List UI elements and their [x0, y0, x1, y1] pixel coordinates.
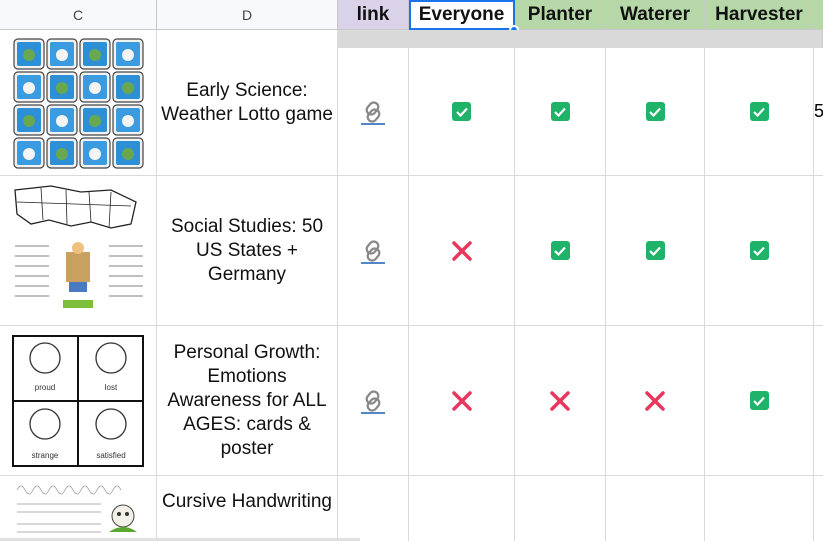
planter-status-cell[interactable]: [515, 326, 606, 476]
description-cell[interactable]: Cursive Handwriting: [157, 476, 338, 541]
everyone-status-cell[interactable]: [409, 176, 515, 326]
face-label: strange: [32, 451, 59, 460]
link-icon[interactable]: [360, 99, 386, 125]
link-cell[interactable]: [338, 326, 409, 476]
checkbox-checked-icon[interactable]: [749, 391, 769, 410]
link-cell[interactable]: [338, 48, 409, 176]
face-label: satisfied: [96, 451, 125, 460]
checkbox-checked-icon[interactable]: [550, 102, 570, 121]
thumbnail-cell[interactable]: [0, 176, 157, 326]
overflow-cell[interactable]: [814, 326, 823, 476]
header-everyone[interactable]: Everyone: [409, 0, 515, 30]
everyone-status-cell[interactable]: [409, 476, 515, 541]
face-label: lost: [105, 383, 118, 392]
checkbox-checked-icon[interactable]: [645, 241, 665, 260]
table-row: Early Science: Weather Lotto game 5: [0, 30, 823, 176]
harvester-status-cell[interactable]: [705, 48, 814, 176]
description-text: Cursive Handwriting: [161, 491, 332, 512]
overflow-cell[interactable]: [814, 176, 823, 326]
header-link[interactable]: link: [338, 0, 409, 30]
link-icon[interactable]: [360, 238, 386, 264]
description-text: Social Studies: 50 US States + Germany: [170, 215, 324, 285]
thumbnail-cell[interactable]: [0, 30, 157, 176]
harvester-status-cell[interactable]: [705, 326, 814, 476]
header-overflow[interactable]: [814, 0, 823, 30]
checkbox-checked-icon[interactable]: [749, 102, 769, 121]
cursive-worksheet-image: [16, 485, 137, 533]
link-icon[interactable]: [360, 388, 386, 414]
description-text: Personal Growth: Emotions Awareness for …: [167, 341, 327, 459]
link-cell[interactable]: [338, 176, 409, 326]
table-row: proud lost strange satisfied Personal Gr…: [0, 326, 823, 476]
everyone-status-cell[interactable]: [409, 326, 515, 476]
planter-status-cell[interactable]: [515, 476, 606, 541]
header-waterer[interactable]: Waterer: [606, 0, 705, 30]
cross-icon: [645, 390, 665, 411]
planter-status-cell[interactable]: [515, 48, 606, 176]
column-header-c[interactable]: C: [0, 0, 157, 30]
weather-lotto-image: [13, 37, 144, 169]
checkbox-checked-icon[interactable]: [645, 102, 665, 121]
harvester-status-cell[interactable]: [705, 176, 814, 326]
header-planter[interactable]: Planter: [515, 0, 606, 30]
header-harvester[interactable]: Harvester: [705, 0, 814, 30]
table-row: Social Studies: 50 US States + Germany: [0, 176, 823, 326]
description-text: Early Science: Weather Lotto game: [161, 79, 333, 125]
face-label: proud: [35, 383, 55, 392]
cross-icon: [451, 390, 472, 411]
thumbnail-cell[interactable]: [0, 476, 157, 541]
description-cell[interactable]: Early Science: Weather Lotto game: [157, 30, 338, 176]
table-row: Cursive Handwriting: [0, 476, 823, 541]
harvester-status-cell[interactable]: [705, 476, 814, 541]
planter-status-cell[interactable]: [515, 176, 606, 326]
description-cell[interactable]: Social Studies: 50 US States + Germany: [157, 176, 338, 326]
us-map-image: [14, 184, 143, 308]
waterer-status-cell[interactable]: [606, 326, 705, 476]
checkbox-checked-icon[interactable]: [749, 241, 769, 260]
description-cell[interactable]: Personal Growth: Emotions Awareness for …: [157, 326, 338, 476]
checkbox-checked-icon[interactable]: [550, 241, 570, 260]
spreadsheet: C D link Everyone Planter Waterer Harves…: [0, 0, 823, 541]
waterer-status-cell[interactable]: [606, 48, 705, 176]
overflow-cell[interactable]: 5: [814, 48, 823, 176]
everyone-status-cell[interactable]: [409, 48, 515, 176]
waterer-status-cell[interactable]: [606, 476, 705, 541]
cross-icon: [550, 390, 570, 411]
thumbnail-cell[interactable]: proud lost strange satisfied: [0, 326, 157, 476]
checkbox-checked-icon[interactable]: [452, 102, 471, 121]
link-cell[interactable]: [338, 476, 409, 541]
waterer-status-cell[interactable]: [606, 176, 705, 326]
emotion-cards-image: proud lost strange satisfied: [12, 334, 144, 467]
column-header-d[interactable]: D: [157, 0, 338, 30]
cross-icon: [451, 240, 472, 261]
